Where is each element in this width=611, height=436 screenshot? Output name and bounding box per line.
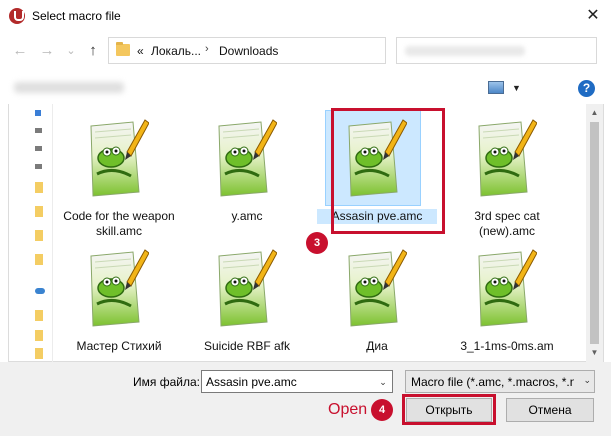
window-title: Select macro file	[32, 9, 121, 23]
back-button[interactable]: ←	[11, 42, 29, 60]
folder-icon[interactable]	[35, 182, 43, 193]
up-button[interactable]: ↑	[84, 42, 102, 60]
notepad-plus-plus-icon	[345, 246, 408, 330]
breadcrumb-separator-icon[interactable]: ›	[205, 43, 209, 55]
file-tile[interactable]: 3rd spec cat (new).amc	[447, 104, 567, 238]
drive-icon[interactable]	[35, 146, 42, 151]
notepad-plus-plus-icon	[475, 116, 538, 200]
vertical-scrollbar[interactable]: ▲ ▼	[586, 104, 603, 362]
scroll-down-icon[interactable]: ▼	[586, 346, 603, 360]
folder-icon[interactable]	[35, 206, 43, 217]
help-icon[interactable]: ?	[578, 80, 595, 97]
address-bar[interactable]: « Локаль... › Downloads ↻	[108, 37, 459, 64]
folder-icon[interactable]	[35, 310, 43, 321]
forward-button[interactable]: →	[38, 42, 56, 60]
folder-icon	[116, 42, 130, 56]
app-icon	[9, 8, 25, 24]
breadcrumb-overflow[interactable]: «	[137, 44, 144, 58]
scrollbar-thumb[interactable]	[590, 122, 599, 344]
file-name: Мастер Стихий	[76, 339, 162, 353]
search-placeholder-blurred	[405, 46, 525, 56]
drive-icon[interactable]	[35, 164, 42, 169]
notepad-plus-plus-icon	[87, 116, 150, 200]
search-input[interactable]	[396, 37, 597, 64]
file-type-select[interactable]: Macro file (*.amc, *.macros, *.n ⌄	[405, 370, 595, 393]
annotation-step-4: 4	[371, 399, 393, 421]
annotation-highlight-file	[331, 108, 445, 234]
file-type-dropdown-icon[interactable]: ⌄	[583, 375, 591, 386]
quick-access-icon[interactable]	[35, 110, 41, 116]
filename-input[interactable]	[202, 371, 370, 392]
annotation-highlight-open	[402, 394, 496, 425]
notepad-plus-plus-icon	[215, 246, 278, 330]
navigation-pane[interactable]	[9, 104, 53, 362]
breadcrumb-downloads[interactable]: Downloads	[219, 44, 278, 58]
filename-field[interactable]: ⌄	[201, 370, 393, 393]
breadcrumb-local-disk[interactable]: Локаль...	[151, 44, 201, 58]
file-tile[interactable]: y.amc	[187, 104, 307, 224]
filename-dropdown-icon[interactable]: ⌄	[376, 375, 390, 389]
annotation-step-3: 3	[306, 232, 328, 254]
annotation-open-label: Open	[328, 401, 368, 418]
folder-icon[interactable]	[35, 254, 43, 265]
recent-locations-button[interactable]: ⌄	[62, 42, 80, 60]
notepad-plus-plus-icon	[87, 246, 150, 330]
view-options-icon[interactable]	[488, 81, 504, 94]
file-tile[interactable]: Мастер Стихий	[59, 234, 179, 354]
onedrive-icon[interactable]	[35, 288, 45, 294]
dialog-footer: Имя файла: ⌄ Macro file (*.amc, *.macros…	[0, 362, 611, 436]
file-name: y.amc	[231, 209, 263, 223]
drive-icon[interactable]	[35, 128, 42, 133]
organize-commands-blurred[interactable]	[14, 82, 124, 93]
folder-icon[interactable]	[35, 330, 43, 341]
notepad-plus-plus-icon	[475, 246, 538, 330]
folder-icon[interactable]	[35, 230, 43, 241]
file-name: Suicide RBF afk	[203, 339, 291, 353]
filename-label: Имя файла:	[133, 375, 200, 389]
file-tile[interactable]: Code for the weapon skill.amc	[59, 104, 179, 238]
title-bar: Select macro file ✕	[0, 0, 611, 32]
close-button[interactable]: ✕	[583, 6, 603, 26]
file-name: 3_1-1ms-0ms.am	[460, 339, 554, 353]
file-type-value: Macro file (*.amc, *.macros, *.n	[411, 375, 574, 389]
command-bar: ▼ ?	[0, 72, 611, 104]
view-dropdown-icon[interactable]: ▼	[512, 82, 524, 94]
file-tile[interactable]: Диа	[317, 234, 437, 354]
cancel-button[interactable]: Отмена	[506, 398, 594, 422]
scroll-up-icon[interactable]: ▲	[586, 106, 603, 120]
notepad-plus-plus-icon	[215, 116, 278, 200]
file-name: Диа	[366, 339, 388, 353]
file-tile[interactable]: Suicide RBF afk	[187, 234, 307, 354]
navigation-bar: ← → ⌄ ↑ « Локаль... › Downloads ↻	[0, 32, 611, 72]
folder-icon[interactable]	[35, 348, 43, 359]
file-tile[interactable]: 3_1-1ms-0ms.am	[447, 234, 567, 354]
browser-pane: Code for the weapon skill.amc y.amc Assasi…	[8, 104, 604, 362]
